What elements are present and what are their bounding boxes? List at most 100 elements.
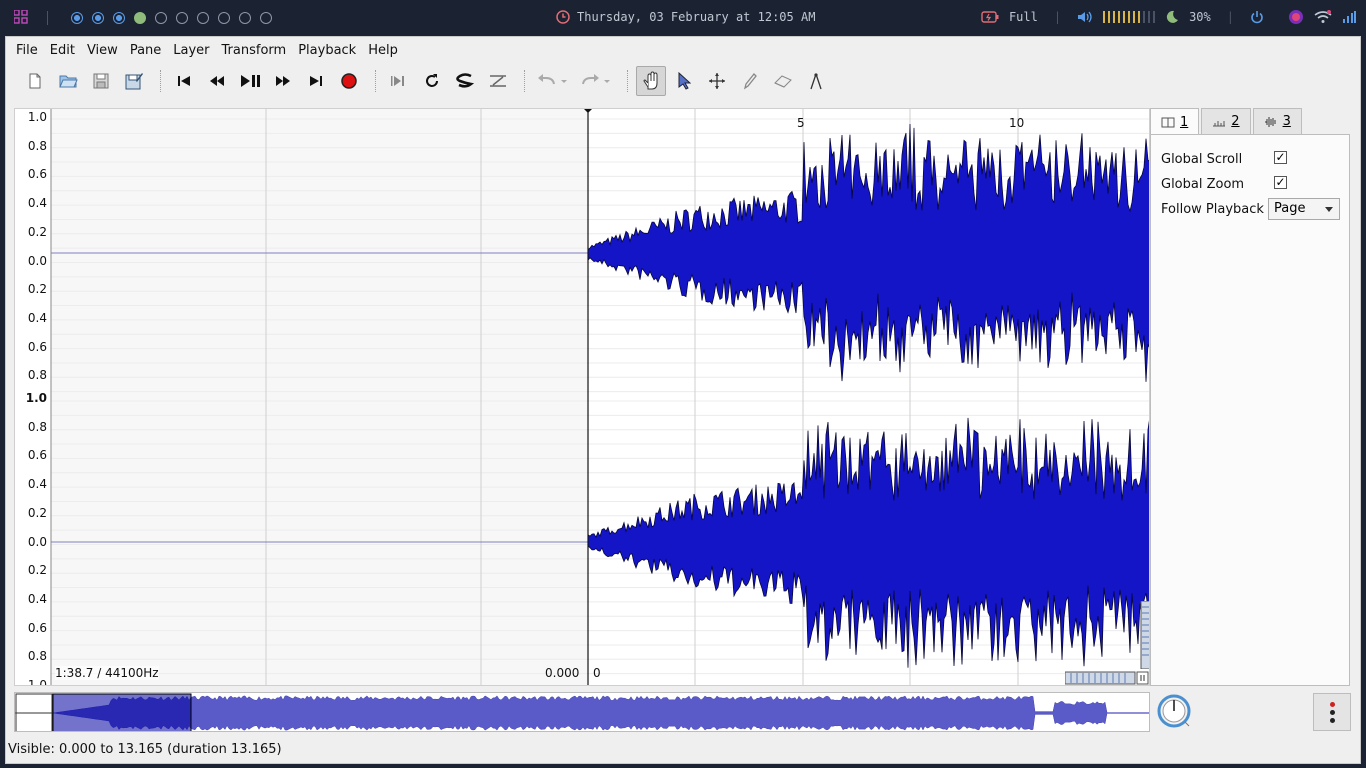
volume-bar bbox=[1128, 11, 1131, 23]
follow-playback-select[interactable]: Page bbox=[1268, 198, 1340, 220]
clock-text: Thursday, 03 February at 12:05 AM bbox=[577, 10, 816, 24]
tab-waveform-layer[interactable]: 3 bbox=[1252, 108, 1302, 134]
speed-icon bbox=[490, 75, 506, 87]
workspace-dot-9[interactable] bbox=[239, 12, 251, 24]
volume-level-bars[interactable] bbox=[1103, 11, 1156, 23]
workspace-dot-2[interactable] bbox=[92, 12, 104, 24]
rewind-button[interactable] bbox=[202, 66, 232, 96]
tab-ruler-layer[interactable]: 2 bbox=[1201, 108, 1251, 134]
battery-icon[interactable] bbox=[981, 11, 999, 23]
horizontal-zoom-thumbwheel[interactable] bbox=[1065, 671, 1149, 685]
menu-dot bbox=[1329, 709, 1335, 715]
brightness-icon[interactable] bbox=[1165, 10, 1179, 24]
select-tool-button[interactable] bbox=[669, 66, 699, 96]
loop-icon bbox=[426, 74, 438, 87]
sonic-visualiser-window: File Edit View Pane Layer Transform Play… bbox=[5, 36, 1361, 764]
cursor-frame-label: 0 bbox=[593, 666, 601, 680]
follow-playback-value: Page bbox=[1274, 201, 1306, 216]
y-axis-label-bottom-10: 1.0 bbox=[27, 678, 47, 686]
tab-view-properties[interactable]: 1 bbox=[1150, 108, 1200, 136]
rewind-start-button[interactable] bbox=[169, 66, 199, 96]
volume-icon[interactable] bbox=[1077, 10, 1093, 24]
workspace-dot-7[interactable] bbox=[197, 12, 209, 24]
save-as-button[interactable] bbox=[119, 66, 149, 96]
draw-tool-button[interactable] bbox=[735, 66, 765, 96]
menu-view[interactable]: View bbox=[81, 43, 124, 58]
y-axis-label-top-4: 0.2 bbox=[27, 224, 47, 239]
layer-menu-button[interactable] bbox=[1313, 693, 1351, 731]
workspace-dot-6[interactable] bbox=[176, 12, 188, 24]
workspace-dot-3[interactable] bbox=[113, 12, 125, 24]
menu-playback[interactable]: Playback bbox=[292, 43, 362, 58]
y-axis-label-top-7: 0.4 bbox=[27, 310, 47, 325]
play-pause-button[interactable] bbox=[235, 66, 265, 96]
fast-forward-icon bbox=[276, 76, 290, 86]
pre-audio-region bbox=[51, 109, 587, 685]
save-button[interactable] bbox=[86, 66, 116, 96]
y-axis-label-bottom-0: 1.0 bbox=[25, 391, 47, 405]
menu-dot-2 bbox=[1329, 717, 1335, 723]
menu-edit[interactable]: Edit bbox=[44, 43, 81, 58]
constrain-playback-button[interactable] bbox=[384, 66, 414, 96]
workspace-dot-5[interactable] bbox=[155, 12, 167, 24]
solo-button[interactable] bbox=[450, 66, 480, 96]
workspace-dot-4[interactable] bbox=[134, 12, 146, 24]
volume-bar bbox=[1133, 11, 1136, 23]
redo-icon bbox=[582, 74, 610, 85]
open-button[interactable] bbox=[53, 66, 83, 96]
vertical-zoom-thumbwheel[interactable] bbox=[1140, 601, 1150, 669]
menu-pane[interactable]: Pane bbox=[124, 43, 167, 58]
erase-tool-button[interactable] bbox=[768, 66, 798, 96]
fast-forward-button[interactable] bbox=[268, 66, 298, 96]
menu-layer[interactable]: Layer bbox=[167, 43, 215, 58]
view-tab-icon bbox=[1161, 117, 1175, 127]
clock[interactable]: Thursday, 03 February at 12:05 AM bbox=[556, 10, 815, 24]
volume-bar bbox=[1123, 11, 1126, 23]
workspace-dot-8[interactable] bbox=[218, 12, 230, 24]
fast-forward-end-button[interactable] bbox=[301, 66, 331, 96]
volume-bar bbox=[1138, 11, 1141, 23]
system-tray: Full | 30% | bbox=[981, 9, 1356, 25]
redo-button[interactable] bbox=[576, 66, 616, 96]
loop-button[interactable] bbox=[417, 66, 447, 96]
power-icon[interactable] bbox=[1250, 10, 1264, 24]
network-icon[interactable] bbox=[1314, 10, 1332, 24]
browser-icon[interactable] bbox=[1288, 9, 1304, 25]
time-ruler-label-5: 5 bbox=[797, 116, 805, 130]
y-axis-label-bottom-5: 0.0 bbox=[27, 534, 47, 549]
y-axis-label-bottom-7: 0.4 bbox=[27, 591, 47, 606]
navigate-tool-button[interactable] bbox=[636, 66, 666, 96]
undo-icon bbox=[538, 74, 567, 85]
menu-transform[interactable]: Transform bbox=[216, 43, 293, 58]
global-scroll-checkbox[interactable]: ✓ bbox=[1274, 151, 1287, 164]
record-button[interactable] bbox=[334, 66, 364, 96]
speed-button[interactable] bbox=[483, 66, 513, 96]
waveform-canvas[interactable] bbox=[15, 109, 1150, 686]
global-zoom-checkbox[interactable]: ✓ bbox=[1274, 176, 1287, 189]
rewind-icon bbox=[210, 76, 224, 86]
volume-bar bbox=[1153, 11, 1156, 23]
select-icon bbox=[678, 72, 691, 90]
rewind-start-icon bbox=[178, 76, 190, 86]
y-axis-label-top-6: 0.2 bbox=[27, 282, 47, 297]
channel2-waveform bbox=[587, 417, 1149, 668]
y-axis-label-bottom-9: 0.8 bbox=[27, 649, 47, 664]
waveform-pane[interactable]: 1.0 0.8 0.6 0.4 0.2 0.0 0.2 0.4 0.6 0.8 1.0 0.8 0.6 0… bbox=[14, 108, 1150, 686]
cursor-time-label: 0.000 bbox=[545, 666, 580, 680]
playback-gain-knob[interactable] bbox=[1155, 691, 1193, 731]
tray-separator: | bbox=[1053, 10, 1062, 24]
workspace-dot-1[interactable] bbox=[71, 12, 83, 24]
overview-waveform[interactable] bbox=[15, 693, 1150, 732]
menu-help[interactable]: Help bbox=[362, 43, 404, 58]
new-session-button[interactable] bbox=[20, 66, 50, 96]
overview-pane[interactable] bbox=[14, 692, 1150, 732]
move-tool-button[interactable] bbox=[702, 66, 732, 96]
y-axis-label-bottom-1: 0.8 bbox=[27, 419, 47, 434]
signal-icon[interactable] bbox=[1342, 11, 1356, 23]
measure-tool-button[interactable] bbox=[801, 66, 831, 96]
menu-file[interactable]: File bbox=[10, 43, 44, 58]
volume-bar bbox=[1113, 11, 1116, 23]
app-grid-icon[interactable] bbox=[14, 10, 28, 24]
workspace-dot-10[interactable] bbox=[260, 12, 272, 24]
undo-button[interactable] bbox=[533, 66, 573, 96]
